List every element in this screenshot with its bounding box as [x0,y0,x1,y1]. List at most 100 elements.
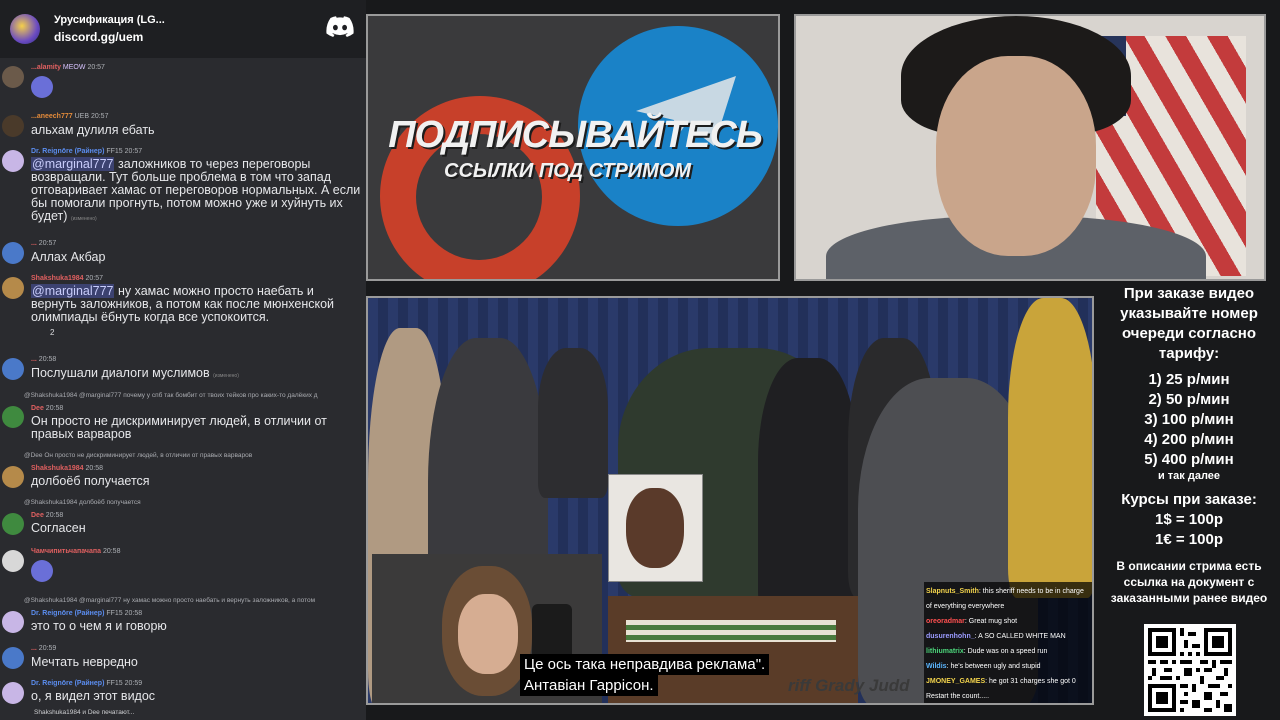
timestamp: 20:58 [85,465,104,472]
username: Чамчипитьчапачапа [31,548,101,555]
avatar [2,242,24,264]
user-mention[interactable]: @marginal777 [31,157,115,171]
reaction-count[interactable]: 2 [50,328,54,337]
timestamp: 20:58 [45,405,64,412]
overlay-chat-line: JMONEY_GAMES: he got 31 charges she got … [926,678,1076,685]
sticker-emoji [31,76,53,98]
overlay-chat-line: oreoradmar: Great mug shot [926,618,1018,625]
timestamp: 20:59 [124,680,143,687]
courses-title: Курсы при заказе: [1121,491,1257,508]
username: Dr. Reignōre (Райнер) [31,610,105,617]
sticker-emoji [31,560,53,582]
avatar [2,115,24,137]
overlay-chat-line: Slapnuts_Smith: this sheriff needs to be… [926,588,1084,595]
message-text: Согласен [31,521,86,535]
username: Dee [31,512,44,519]
promo-title: ПОДПИСЫВАЙТЕСЬ [388,114,763,156]
stream-layout: Урусификация (LG... discord.gg/uem ...al… [0,0,1280,720]
message-text: альхам дулиля ебать [31,123,155,137]
promo-subtitle: ССЫЛКИ ПОД СТРИМОМ [444,160,692,182]
person-figure [538,348,608,498]
promo-banner: ПОДПИСЫВАЙТЕСЬ ССЫЛКИ ПОД СТРИМОМ [366,14,780,281]
qr-code[interactable] [1144,624,1236,716]
badge: MEOW [62,64,86,71]
timestamp: 20:57 [87,64,105,71]
timestamp: 20:57 [38,240,57,247]
username: Dee [31,405,44,412]
streamer-webcam [794,14,1266,281]
podium-label: riff Grady Judd [788,676,910,695]
server-invite-link: discord.gg/uem [54,30,144,44]
username: ...alamity [31,64,61,71]
timestamp: 20:57 [85,275,104,282]
reply-preview[interactable]: @Shakshuka1984 долбоёб получается [24,499,364,506]
avatar [2,466,24,488]
message-text: о, я видел этот видос [31,689,156,703]
person-figure [758,358,858,618]
discord-chat-panel: Урусификация (LG... discord.gg/uem ...al… [0,0,366,720]
message-text: Послушали диалоги муслимов (изменено) [31,366,239,380]
timestamp: 20:58 [45,512,64,519]
typing-indicator: Shakshuka1984 и Dee печатают... [34,709,135,716]
message-text: Мечтать невредно [31,655,138,669]
message-text: долбоёб получается [31,474,150,488]
edited-marker: (изменено) [70,216,97,222]
overlay-chat-line: of everything everywhere [926,603,1005,610]
server-icon [10,14,40,44]
tariff-item: 2) 50 р/мин [1148,391,1230,408]
avatar [2,647,24,669]
timestamp: 20:57 [90,113,109,120]
timestamp: 20:59 [38,645,57,652]
badge: FF15 [106,680,123,687]
avatar [2,277,24,299]
timestamp: 20:58 [102,548,121,555]
username: ... [31,645,37,652]
user-mention[interactable]: @marginal777 [31,284,115,298]
streamer-face [458,594,518,674]
badge: UEB [74,113,89,120]
reply-preview[interactable]: @Shakshuka1984 @marginal777 ну хамас мож… [24,597,364,604]
username: Dr. Reignōre (Райнер) [31,148,105,155]
overlay-chat-line: Restart the count..... [926,693,990,700]
reply-preview[interactable]: @Dee Он просто не дискриминирует людей, … [24,452,364,459]
description-note: В описании стрима есть ссылка на докумен… [1110,559,1268,605]
subtitle-line: Антавіан Гаррісон. [520,675,658,696]
username: ... [31,356,37,363]
message-text: @marginal777 заложников то через перегов… [31,157,361,223]
timestamp: 20:58 [124,610,143,617]
message-text: @marginal777 ну хамас можно просто наеба… [31,284,335,324]
tariff-item: 1) 25 р/мин [1148,371,1230,388]
rate-item: 1$ = 100р [1155,511,1223,528]
podium-strip [626,620,836,642]
avatar [2,406,24,428]
username: Shakshuka1984 [31,465,84,472]
timestamp: 20:58 [38,356,57,363]
avatar [2,611,24,633]
reply-preview[interactable]: @Shakshuka1984 @marginal777 почему у спб… [24,392,364,399]
tariff-item: 3) 100 р/мин [1144,411,1234,428]
badge: FF15 [106,148,123,155]
username: ... [31,240,37,247]
message-text: Аллах Акбар [31,250,106,264]
order-info-panel: При заказе видео указывайте номер очеред… [1098,284,1280,720]
message-text: Он просто не дискриминирует людей, в отл… [31,414,327,441]
qr-code-icon [1148,628,1232,712]
avatar [2,682,24,704]
subtitle-line: Це ось така неправдива реклама". [520,654,770,675]
rate-item: 1€ = 100р [1155,531,1223,548]
avatar [2,550,24,572]
press-conference-video: riff Grady Judd Це ось така неправдива р… [366,296,1094,705]
person-face [936,56,1096,256]
tariff-item: 4) 200 р/мин [1144,431,1234,448]
username: Shakshuka1984 [31,275,84,282]
chat-header: Урусификация (LG... discord.gg/uem [0,0,366,58]
subtitles: Це ось така неправдива реклама". Антавіа… [520,654,770,696]
twitch-chat-overlay: Slapnuts_Smith: this sheriff needs to be… [924,582,1092,703]
avatar [2,513,24,535]
tariff-etc: и так далее [1157,470,1221,482]
server-name: Урусификация (LG... [54,14,165,26]
username: ...aneech777 [31,113,73,120]
order-instructions: При заказе видео указывайте номер очеред… [1120,285,1258,362]
timestamp: 20:57 [124,148,143,155]
flag-figure [1008,298,1092,598]
